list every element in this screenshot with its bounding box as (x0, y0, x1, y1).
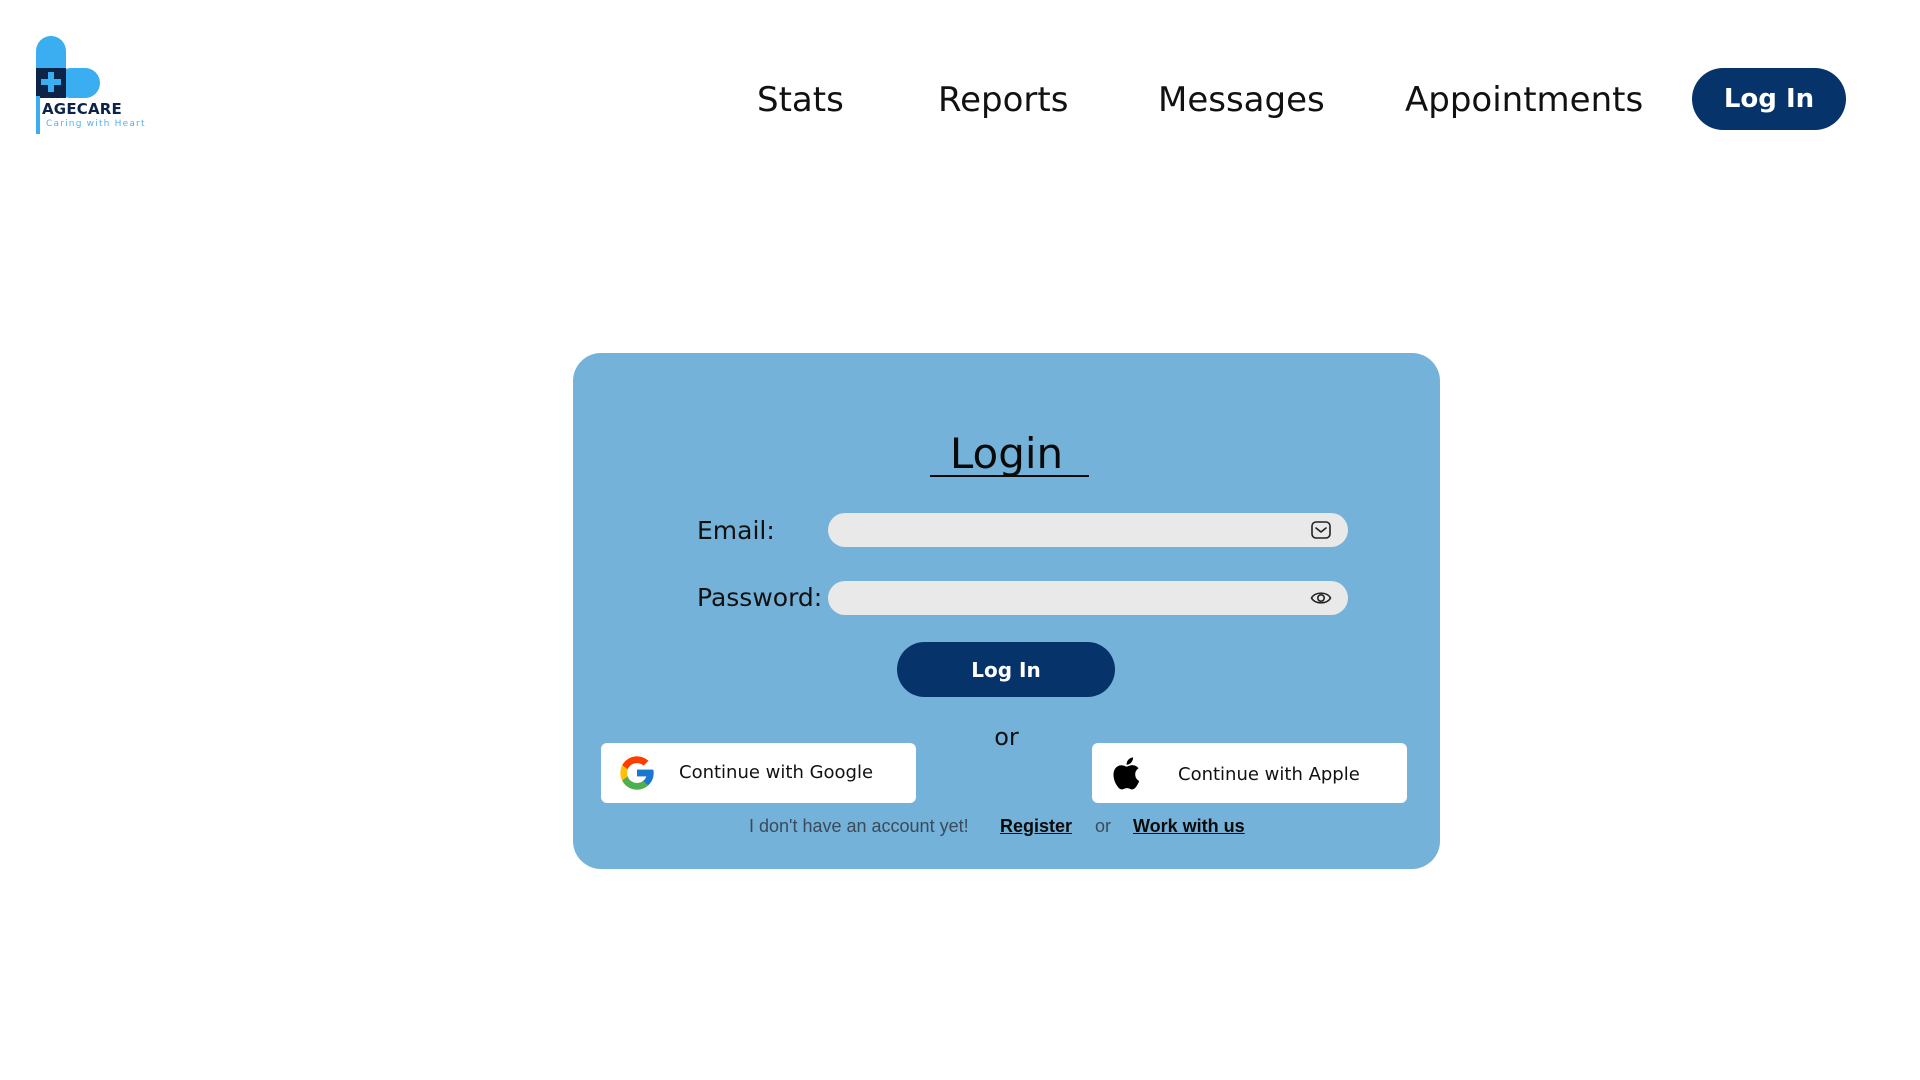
brand-name: AGECARE (42, 100, 122, 118)
nav-appointments[interactable]: Appointments (1405, 80, 1643, 120)
register-link[interactable]: Register (1000, 816, 1072, 837)
apple-icon (1113, 757, 1140, 790)
apple-button-label: Continue with Apple (1178, 764, 1360, 785)
login-card: Login Email: Password: Log In or Continu… (573, 353, 1440, 869)
nav-reports[interactable]: Reports (938, 80, 1068, 120)
email-input[interactable] (844, 513, 1288, 549)
eye-icon[interactable] (1310, 587, 1332, 609)
work-with-us-link[interactable]: Work with us (1133, 816, 1245, 837)
continue-with-google-button[interactable]: Continue with Google (601, 743, 916, 803)
email-label: Email: (697, 516, 775, 545)
password-input[interactable] (844, 581, 1288, 617)
agecare-logo[interactable]: AGECARE Caring with Heart (36, 36, 166, 136)
nav-stats[interactable]: Stats (757, 80, 844, 120)
title-underline (930, 475, 1089, 477)
email-field-container (828, 513, 1348, 549)
google-icon (620, 756, 654, 790)
brand-tagline: Caring with Heart (46, 119, 146, 129)
login-submit-button[interactable]: Log In (897, 642, 1115, 697)
header-login-button[interactable]: Log In (1692, 68, 1846, 130)
nav-messages[interactable]: Messages (1158, 80, 1325, 120)
no-account-text: I don't have an account yet! (749, 816, 969, 836)
or-small-text: or (1095, 816, 1112, 836)
google-button-label: Continue with Google (679, 762, 874, 783)
login-title: Login (949, 429, 1064, 478)
password-label: Password: (697, 583, 823, 612)
mail-icon (1311, 521, 1331, 539)
login-page: AGECARE Caring with Heart Stats Reports … (0, 0, 1920, 1080)
password-field-container (828, 581, 1348, 617)
continue-with-apple-button[interactable]: Continue with Apple (1092, 743, 1407, 803)
